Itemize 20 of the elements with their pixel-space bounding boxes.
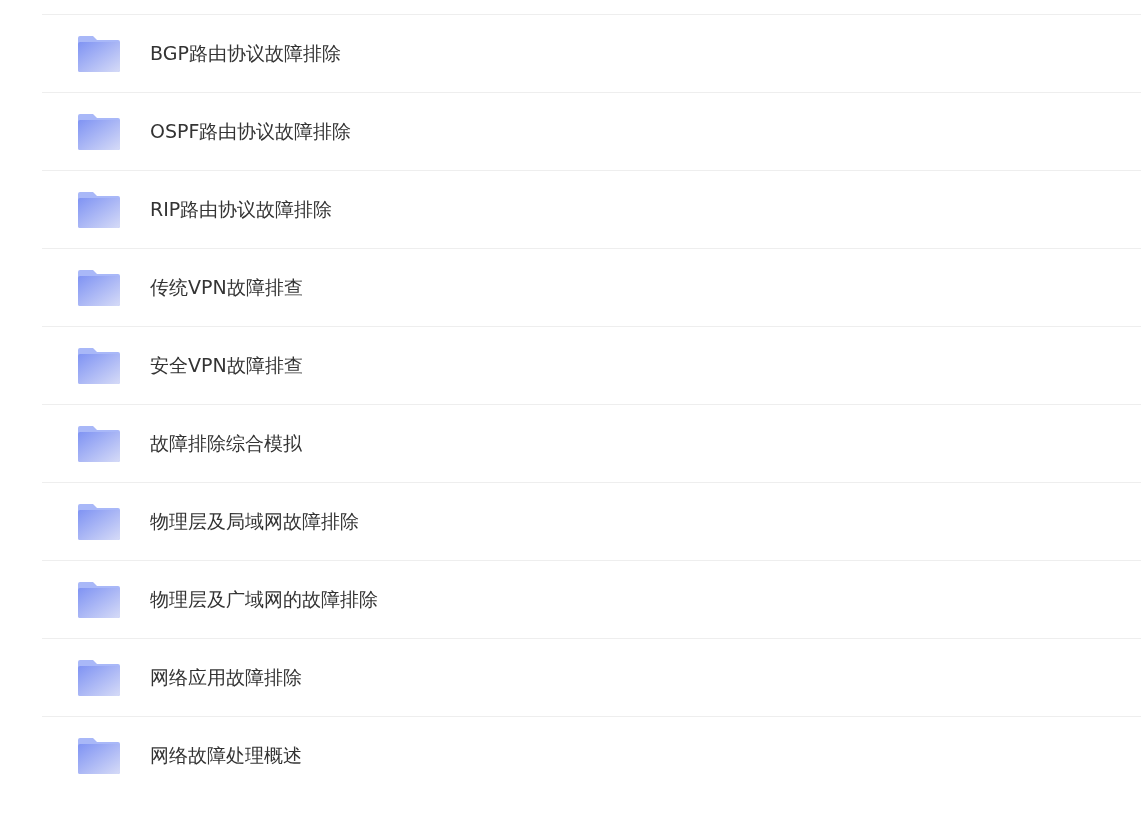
folder-name[interactable]: OSPF路由协议故障排除 xyxy=(150,118,352,145)
folder-name[interactable]: 网络故障处理概述 xyxy=(150,742,302,769)
folder-icon xyxy=(78,737,120,774)
folder-icon xyxy=(78,581,120,618)
folder-name[interactable]: 网络应用故障排除 xyxy=(150,664,302,691)
folder-icon xyxy=(78,113,120,150)
folder-name[interactable]: 传统VPN故障排查 xyxy=(150,274,303,301)
folder-name[interactable]: 故障排除综合模拟 xyxy=(150,430,302,457)
folder-icon xyxy=(78,659,120,696)
folder-name[interactable]: 安全VPN故障排查 xyxy=(150,352,303,379)
folder-icon xyxy=(78,503,120,540)
folder-name[interactable]: 物理层及局域网故障排除 xyxy=(150,508,359,535)
folder-icon xyxy=(78,269,120,306)
folder-icon xyxy=(78,191,120,228)
folder-name[interactable]: RIP路由协议故障排除 xyxy=(150,196,333,223)
folder-name[interactable]: BGP路由协议故障排除 xyxy=(150,40,341,67)
folder-name[interactable]: 物理层及广域网的故障排除 xyxy=(150,586,378,613)
folder-icon xyxy=(78,35,120,72)
folder-icon xyxy=(78,347,120,384)
folder-icon xyxy=(78,425,120,462)
